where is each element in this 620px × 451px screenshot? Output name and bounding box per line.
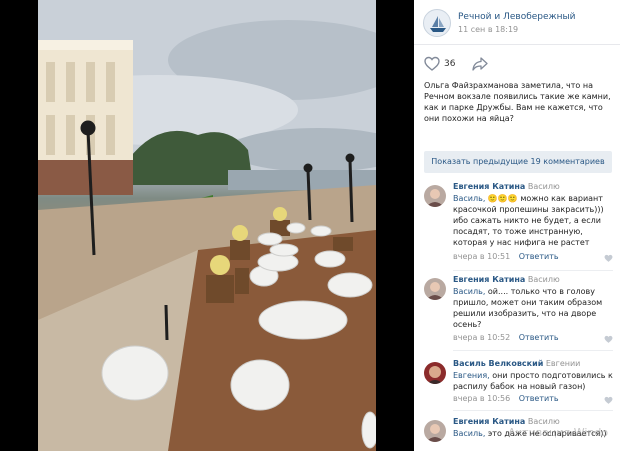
comment-reply-to[interactable]: Василю: [528, 182, 560, 191]
comment-mention[interactable]: Василь,: [453, 429, 485, 438]
comment-like-icon[interactable]: [604, 254, 613, 263]
avatar[interactable]: [424, 362, 446, 384]
avatar[interactable]: [424, 185, 446, 207]
show-previous-comments-button[interactable]: Показать предыдущие 19 комментариев: [424, 151, 612, 173]
post-date[interactable]: 11 сен в 18:19: [458, 25, 518, 34]
comment-header: Евгения Катина Василю: [453, 417, 560, 426]
comment-meta: вчера в 10:52 Ответить: [453, 333, 559, 342]
avatar[interactable]: [424, 278, 446, 300]
ship-logo-icon: [430, 16, 446, 32]
comment-author[interactable]: Евгения Катина: [453, 275, 525, 284]
reply-button[interactable]: Ответить: [519, 252, 559, 261]
comment-body: это даже не оспаривается)): [487, 429, 607, 438]
photo-scene: [38, 0, 376, 451]
comment-author[interactable]: Василь Велковский: [453, 359, 543, 368]
comment-divider: [453, 350, 613, 351]
comment-like-icon[interactable]: [604, 335, 613, 344]
comment-reply-to[interactable]: Василю: [528, 417, 560, 426]
comment-time[interactable]: вчера в 10:56: [453, 394, 510, 403]
comment-author[interactable]: Евгения Катина: [453, 417, 525, 426]
reply-button[interactable]: Ответить: [519, 333, 559, 342]
comment-text: Василь, это даже не оспаривается)): [453, 428, 613, 439]
like-heart-icon[interactable]: [424, 56, 440, 72]
post-header: Речной и Левобережный 11 сен в 18:19: [414, 0, 620, 45]
reply-button[interactable]: Ответить: [519, 394, 559, 403]
group-avatar[interactable]: [423, 9, 451, 37]
post-text: Ольга Файзрахманова заметила, что на Реч…: [424, 81, 611, 123]
avatar-image: [424, 362, 446, 384]
comment-header: Василь Велковский Евгении: [453, 359, 580, 368]
comment-divider: [453, 270, 613, 271]
avatar-image: [424, 420, 446, 442]
comment-mention[interactable]: Василь,: [453, 287, 485, 296]
share-arrow-icon[interactable]: [472, 57, 488, 71]
comment-reply-to[interactable]: Евгении: [546, 359, 581, 368]
group-name-link[interactable]: Речной и Левобережный: [458, 12, 576, 22]
comment-mention[interactable]: Евгения,: [453, 371, 490, 380]
comment-header: Евгения Катина Василю: [453, 275, 560, 284]
avatar[interactable]: [424, 420, 446, 442]
comment-time[interactable]: вчера в 10:52: [453, 333, 510, 342]
comment-reply-to[interactable]: Василю: [528, 275, 560, 284]
comment-mention[interactable]: Василь,: [453, 194, 485, 203]
comment-text: Евгения, они просто подготовились к расп…: [453, 370, 613, 392]
avatar-image: [424, 278, 446, 300]
like-count: 36: [444, 59, 456, 69]
comment-meta: вчера в 10:51 Ответить: [453, 252, 559, 261]
avatar-image: [424, 185, 446, 207]
comment-divider: [453, 410, 613, 411]
comment-author[interactable]: Евгения Катина: [453, 182, 525, 191]
post-photo[interactable]: [38, 0, 376, 451]
comment-text: Василь, ой.... только что в голову пришл…: [453, 286, 613, 330]
comment-meta: вчера в 10:56 Ответить: [453, 394, 559, 403]
comment-text: Василь, 🙂🙂🙂 можно как вариант красочкой …: [453, 193, 613, 248]
post-panel: Речной и Левобережный 11 сен в 18:19 36 …: [414, 0, 620, 451]
comment-like-icon[interactable]: [604, 396, 613, 405]
post-actions: 36: [414, 53, 620, 75]
comment-header: Евгения Катина Василю: [453, 182, 560, 191]
comment-time[interactable]: вчера в 10:51: [453, 252, 510, 261]
